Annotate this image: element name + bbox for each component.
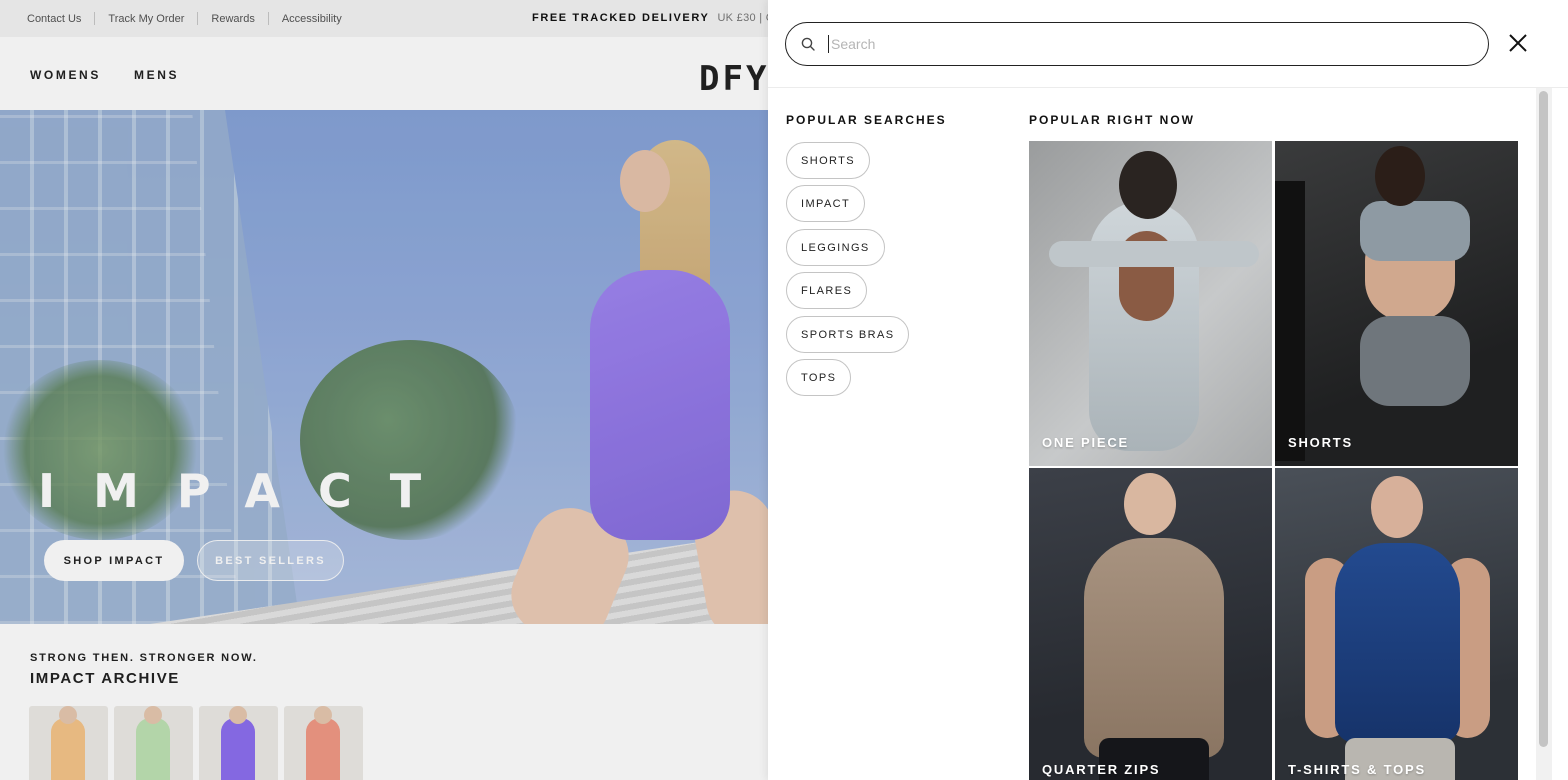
close-search-button[interactable] (1507, 32, 1529, 54)
tile-model-arms (1049, 241, 1259, 267)
tile-gym-rack (1275, 181, 1305, 461)
search-box[interactable] (785, 22, 1489, 66)
close-icon (1509, 34, 1527, 52)
scrollbar-thumb[interactable] (1539, 91, 1548, 747)
tile-label: T-SHIRTS & TOPS (1288, 762, 1426, 777)
search-chip-impact[interactable]: IMPACT (786, 185, 866, 222)
page-dim-overlay[interactable] (0, 0, 768, 780)
popular-right-now-title: POPULAR RIGHT NOW (1029, 113, 1195, 127)
search-chip-tops[interactable]: TOPS (786, 359, 852, 396)
tile-label: ONE PIECE (1042, 435, 1129, 450)
popular-tile-shorts[interactable]: SHORTS (1275, 141, 1518, 466)
search-chip-flares[interactable]: FLARES (786, 272, 868, 309)
popular-tile-one-piece[interactable]: ONE PIECE (1029, 141, 1272, 466)
search-chip-sports-bras[interactable]: SPORTS BRAS (786, 316, 910, 353)
tile-model-zip (1084, 538, 1224, 758)
tile-model-shorts (1360, 316, 1470, 406)
popular-tile-quarter-zips[interactable]: QUARTER ZIPS (1029, 468, 1272, 780)
tile-label: SHORTS (1288, 435, 1353, 450)
search-icon (800, 36, 816, 52)
tile-model-head (1124, 473, 1176, 535)
tile-label: QUARTER ZIPS (1042, 762, 1161, 777)
search-header (768, 0, 1568, 88)
tile-model-head (1371, 476, 1423, 538)
tile-model-head (1375, 146, 1425, 206)
tile-model-head (1119, 151, 1177, 219)
search-chip-leggings[interactable]: LEGGINGS (786, 229, 885, 266)
popular-searches-title: POPULAR SEARCHES (786, 113, 947, 127)
popular-tile-t-shirts-tops[interactable]: T-SHIRTS & TOPS (1275, 468, 1518, 780)
search-input[interactable] (828, 35, 1468, 53)
tile-model-tshirt (1335, 543, 1460, 743)
tile-model-top (1360, 201, 1470, 261)
search-panel: POPULAR SEARCHES SHORTS IMPACT LEGGINGS … (768, 0, 1568, 780)
panel-scrollbar[interactable] (1536, 88, 1552, 780)
search-chip-shorts[interactable]: SHORTS (786, 142, 871, 179)
